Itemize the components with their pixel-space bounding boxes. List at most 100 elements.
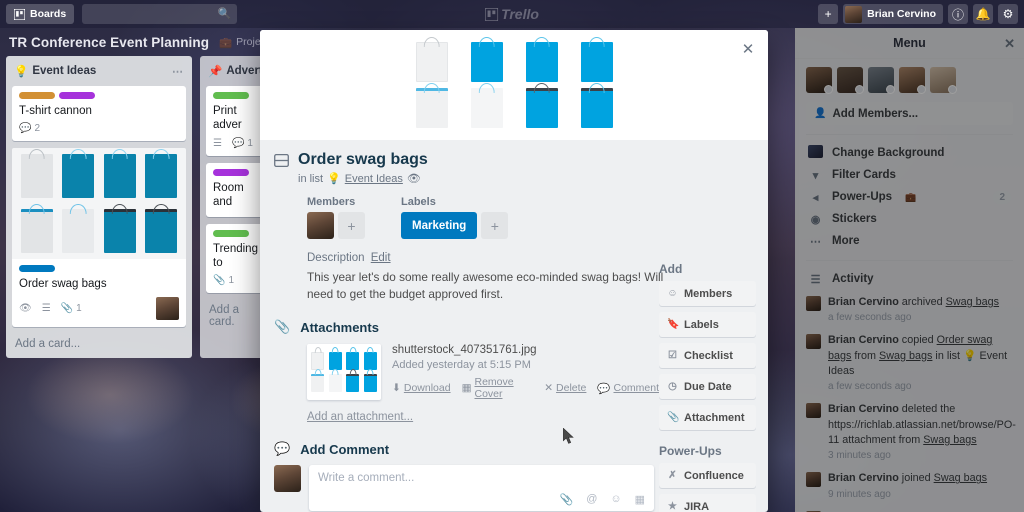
avatar[interactable] <box>806 67 833 94</box>
menu-item-power-ups[interactable]: ◂ Power-Ups 💼 2 <box>806 186 1013 208</box>
page-title[interactable]: Order swag bags <box>298 150 428 169</box>
bag-shape <box>311 347 325 371</box>
activity-source[interactable]: Swag bags <box>879 350 932 362</box>
activity-text: Brian Cervino joined Swag bags <box>828 471 987 486</box>
rail-due-date-button[interactable]: ◷ Due Date <box>659 374 756 399</box>
attachment-comment-action[interactable]: 💬 Comment <box>597 376 659 400</box>
activity-target[interactable]: Swag bags <box>934 472 987 484</box>
attachment-remove-cover-action[interactable]: ▦ Remove Cover <box>462 376 534 400</box>
description-edit-link[interactable]: Edit <box>371 252 391 264</box>
comment-composer: Write a comment... 📎 @ ☺ ▦ <box>274 465 659 512</box>
pin-icon: 📌 <box>208 66 223 78</box>
list-item[interactable]: Room and <box>206 162 267 217</box>
bag-shape <box>328 369 342 393</box>
label-chip[interactable]: Marketing <box>401 212 478 240</box>
card-label[interactable] <box>19 92 55 99</box>
mention-at-icon[interactable]: @ <box>586 493 597 506</box>
menu-item-more[interactable]: ⋯ More <box>806 230 1013 252</box>
gear-icon[interactable]: ⚙ <box>998 4 1018 24</box>
card-label[interactable] <box>213 92 249 99</box>
card-label[interactable] <box>213 168 249 176</box>
card-label[interactable] <box>19 265 55 273</box>
menu-item-activity: ☰ Activity <box>806 268 1013 290</box>
avatar[interactable] <box>868 67 895 94</box>
activity-target[interactable]: Swag bags <box>946 296 999 308</box>
attachment-delete-action[interactable]: ✕ Delete <box>544 376 586 400</box>
rail-attachment-button[interactable]: 📎 Attachment <box>659 405 756 430</box>
list-item[interactable]: Order swag bags 👁 ☰ 📎 1 <box>12 148 186 327</box>
activity-target[interactable]: Swag bags <box>923 434 976 446</box>
comment-input[interactable]: Write a comment... 📎 @ ☺ ▦ <box>309 465 654 512</box>
menu-item-stickers[interactable]: ◉ Stickers <box>806 208 1013 230</box>
card-modal-sidebar: Add ☺ Members 🔖 Labels ☑ Checklist ◷ Due Dat… <box>659 262 756 512</box>
comment-count: 2 <box>34 123 41 135</box>
card-title: Order swag bags <box>19 278 107 291</box>
avatar[interactable] <box>837 67 864 94</box>
activity-actor[interactable]: Brian Cervino <box>828 334 899 346</box>
bag-shape <box>346 347 360 371</box>
description-heading: Description <box>307 252 365 265</box>
avatar[interactable] <box>930 67 957 94</box>
trello-logo-text: Trello <box>501 6 539 22</box>
close-icon[interactable]: ✕ <box>737 38 759 60</box>
menu-item-change-background[interactable]: Change Background <box>806 142 1013 164</box>
menu-item-filter-cards[interactable]: ▾ Filter Cards <box>806 164 1013 186</box>
add-attachment-link[interactable]: Add an attachment... <box>307 411 659 423</box>
labels-block: Labels Marketing + <box>401 196 509 240</box>
rail-labels-button[interactable]: 🔖 Labels <box>659 312 756 337</box>
attachment-meta: shutterstock_407351761.jpg Added yesterd… <box>392 344 659 400</box>
attachment-thumbnail[interactable] <box>307 344 382 401</box>
list-item[interactable]: T-shirt cannon 💬 2 <box>12 86 186 142</box>
info-circle-icon[interactable]: ⓘ <box>948 4 968 24</box>
card-labels <box>213 229 260 237</box>
card-modal-body: Order swag bags in list 💡 Event Ideas 👁 … <box>260 140 768 512</box>
rail-jira-button[interactable]: ★ JIRA <box>659 494 756 512</box>
description-text[interactable]: This year let's do some really awesome e… <box>307 269 677 303</box>
in-list-link[interactable]: Event Ideas <box>345 173 403 185</box>
close-icon[interactable]: ✕ <box>1004 36 1015 52</box>
add-button[interactable]: + <box>818 4 839 24</box>
paperclip-icon: 📎 <box>667 412 680 423</box>
board-title[interactable]: TR Conference Event Planning <box>9 35 209 50</box>
list-item[interactable]: Print adver ☰ 💬 1 <box>206 86 267 156</box>
bag-shape <box>470 37 503 82</box>
bag-shape <box>525 83 558 128</box>
list-menu-icon[interactable]: ⋯ <box>172 65 184 78</box>
card-icon[interactable]: ▦ <box>635 493 645 506</box>
list-item[interactable]: Trending to 📎 1 <box>206 223 267 294</box>
card-badges: 💬 2 <box>19 123 179 134</box>
bag-row <box>404 83 624 128</box>
attachment-name[interactable]: shutterstock_407351761.jpg <box>392 344 659 356</box>
user-menu-button[interactable]: Brian Cervino <box>843 4 943 24</box>
attachment-download-action[interactable]: ⬇ Download <box>392 376 451 400</box>
emoji-icon[interactable]: ☺ <box>610 493 621 506</box>
rail-members-button[interactable]: ☺ Members <box>659 281 756 306</box>
card-label[interactable] <box>59 92 95 99</box>
paperclip-icon[interactable]: 📎 <box>559 493 573 506</box>
rail-due-date-label: Due Date <box>684 380 732 393</box>
add-members-button[interactable]: 👤 Add Members... <box>806 102 1013 125</box>
activity-actor[interactable]: Brian Cervino <box>828 403 899 415</box>
activity-actor[interactable]: Brian Cervino <box>828 296 899 308</box>
board-menu-panel: Menu ✕ 👤 Add Members... Change Backgroun… <box>795 28 1024 512</box>
add-member-button[interactable]: + <box>338 212 365 240</box>
card-label[interactable] <box>213 229 249 237</box>
list-header[interactable]: 💡 Event Ideas ⋯ <box>12 62 186 86</box>
rail-checklist-button[interactable]: ☑ Checklist <box>659 343 756 368</box>
avatar[interactable] <box>899 67 926 94</box>
rail-confluence-button[interactable]: ✗ Confluence <box>659 463 756 488</box>
add-label-button[interactable]: + <box>481 212 509 240</box>
add-card-button[interactable]: Add a card... <box>12 334 186 352</box>
add-card-button[interactable]: Add a card. <box>206 300 267 330</box>
activity-actor[interactable]: Brian Cervino <box>828 472 899 484</box>
avatar[interactable] <box>307 212 334 240</box>
notification-bell-icon[interactable]: 🔔 <box>973 4 993 24</box>
tag-icon: 🔖 <box>667 319 680 330</box>
powerups-rocket-icon: ◂ <box>812 191 819 204</box>
search-input[interactable]: 🔍 <box>82 4 238 24</box>
attachment-item: shutterstock_407351761.jpg Added yesterd… <box>307 344 659 401</box>
background-thumb-icon <box>808 145 823 161</box>
list-header[interactable]: 📌 Advertis <box>206 62 272 86</box>
eye-icon[interactable]: 👁 <box>407 172 421 185</box>
boards-button[interactable]: Boards <box>6 4 75 24</box>
